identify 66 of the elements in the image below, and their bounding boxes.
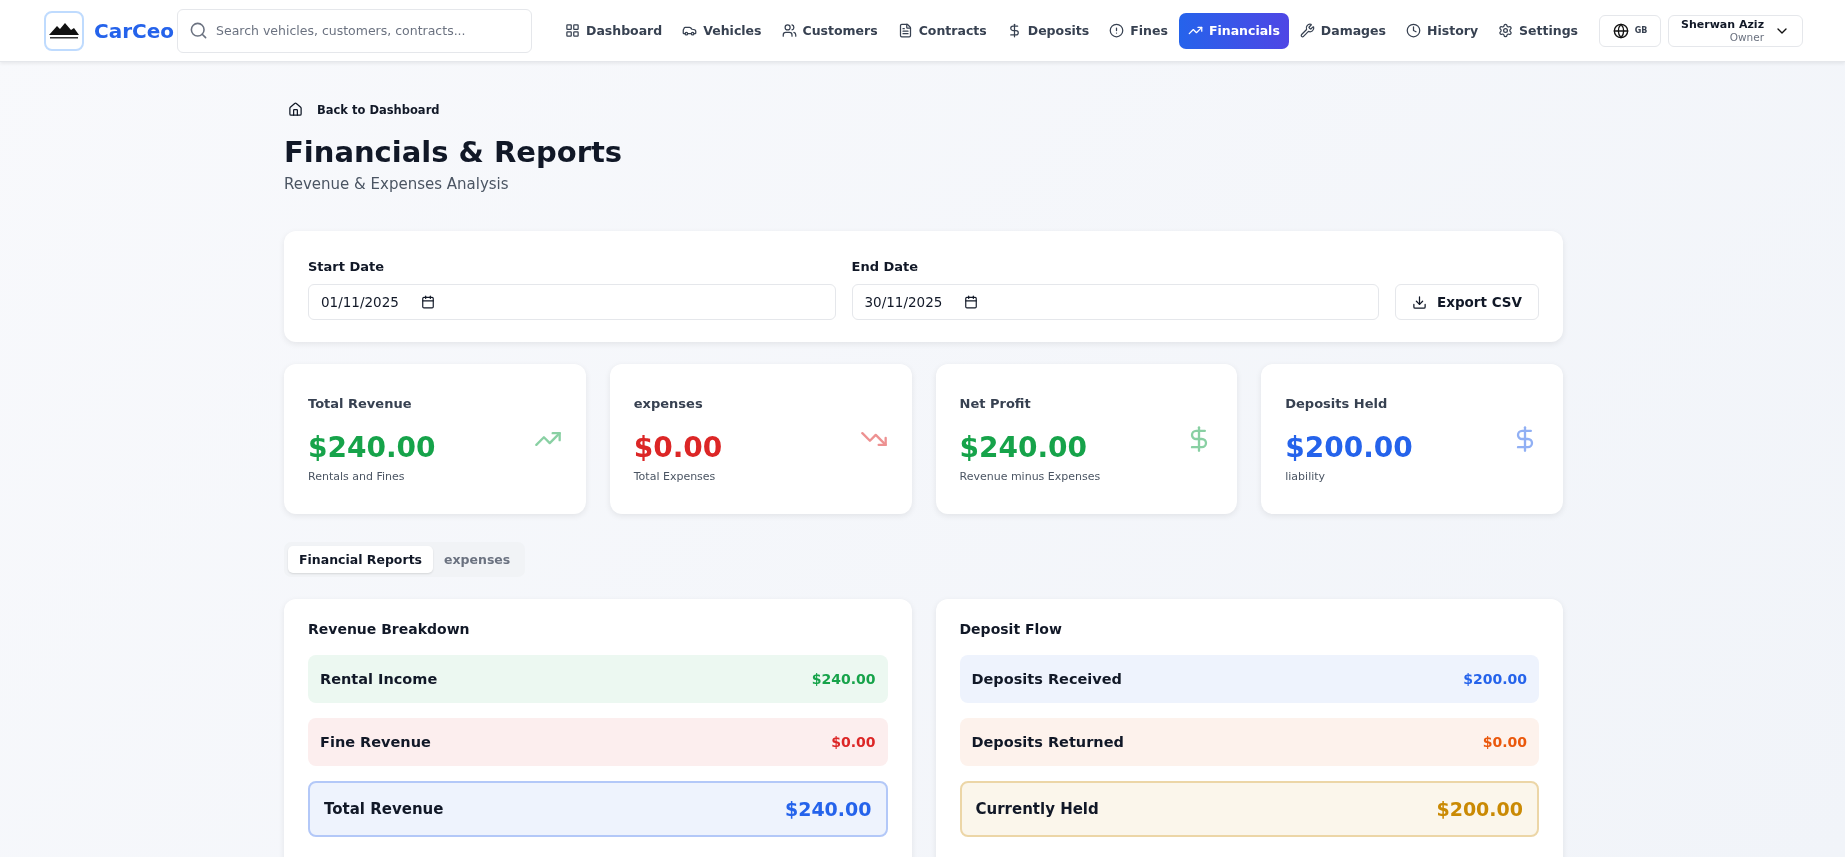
date-field[interactable]: 30/11/2025 (851, 284, 1379, 320)
settings-icon (1498, 23, 1514, 38)
row-label: Rental Income (320, 671, 438, 687)
user-name: Sherwan Aziz (1681, 18, 1765, 31)
alert-icon (1109, 23, 1125, 38)
row-amount: $200.00 (1463, 671, 1527, 687)
nav-item[interactable]: Fines (1100, 12, 1177, 49)
nav-item[interactable]: Deposits (997, 12, 1099, 49)
mountain-logo-icon (49, 22, 79, 39)
wrench-icon (1299, 23, 1315, 38)
calendar-icon (420, 295, 435, 309)
page-title: Financials & Reports (284, 135, 624, 169)
globe-icon (1612, 22, 1629, 39)
stat-note: liability (1285, 469, 1327, 483)
user-menu[interactable]: Sherwan Aziz Owner (1668, 14, 1804, 47)
row-label: Deposits Returned (971, 734, 1124, 750)
date-field[interactable]: 01/11/2025 (308, 284, 836, 320)
tab[interactable]: Financial Reports (288, 546, 434, 573)
language-button[interactable]: GB (1599, 14, 1662, 47)
page-subtitle: Revenue & Expenses Analysis (284, 175, 510, 193)
stat-value: $240.00 (308, 430, 436, 464)
row-label: Deposits Received (971, 671, 1122, 687)
row-label: Fine Revenue (320, 734, 431, 750)
export-button[interactable]: Export CSV (1395, 284, 1539, 320)
stat-value: $0.00 (633, 430, 723, 464)
stat-label: Deposits Held (1285, 395, 1389, 411)
document-icon (897, 23, 913, 38)
grid-icon (565, 23, 580, 38)
panel-title: Deposit Flow (959, 621, 1063, 637)
nav-item[interactable]: Settings (1489, 12, 1588, 49)
stat-value: $240.00 (959, 430, 1089, 464)
stat-note: Revenue minus Expenses (959, 469, 1101, 483)
nav-item[interactable]: Damages (1290, 12, 1395, 49)
row-amount: $200.00 (1436, 798, 1523, 820)
brand-name: CarCeo (94, 18, 172, 43)
panel-title: Revenue Breakdown (308, 621, 471, 637)
nav-item[interactable]: Contracts (888, 12, 996, 49)
field-label: End Date (851, 259, 920, 274)
row-amount: $0.00 (1482, 734, 1527, 750)
stat-note: Rentals and Fines (308, 469, 406, 483)
home-icon (288, 102, 303, 117)
row-label: Total Revenue (324, 800, 444, 818)
row-amount: $240.00 (811, 671, 876, 687)
row-label: Currently Held (975, 800, 1099, 818)
stat-label: Total Revenue (308, 395, 413, 411)
search-field[interactable]: Search vehicles, customers, contracts... (177, 8, 532, 53)
search-icon (189, 20, 208, 40)
user-role: Owner (1728, 31, 1765, 43)
field-label: Start Date (308, 259, 386, 274)
back-link[interactable]: Back to Dashboard (288, 102, 440, 117)
tab[interactable]: expenses (433, 546, 522, 573)
calendar-icon (964, 295, 979, 309)
nav-item[interactable]: Customers (772, 12, 887, 49)
nav-item[interactable]: Vehicles (673, 12, 771, 49)
stat-value: $200.00 (1285, 430, 1413, 464)
download-icon (1412, 294, 1427, 310)
nav-item[interactable]: Financials (1178, 12, 1289, 49)
stat-note: Total Expenses (633, 469, 717, 483)
nav-item[interactable]: Dashboard (556, 12, 672, 49)
row-amount: $0.00 (831, 734, 876, 750)
users-icon (781, 23, 797, 38)
row-amount: $240.00 (784, 798, 872, 820)
stat-label: expenses (633, 395, 704, 411)
nav-item[interactable]: History (1397, 12, 1488, 49)
stat-label: Net Profit (959, 395, 1032, 411)
clock-icon (1406, 23, 1421, 38)
